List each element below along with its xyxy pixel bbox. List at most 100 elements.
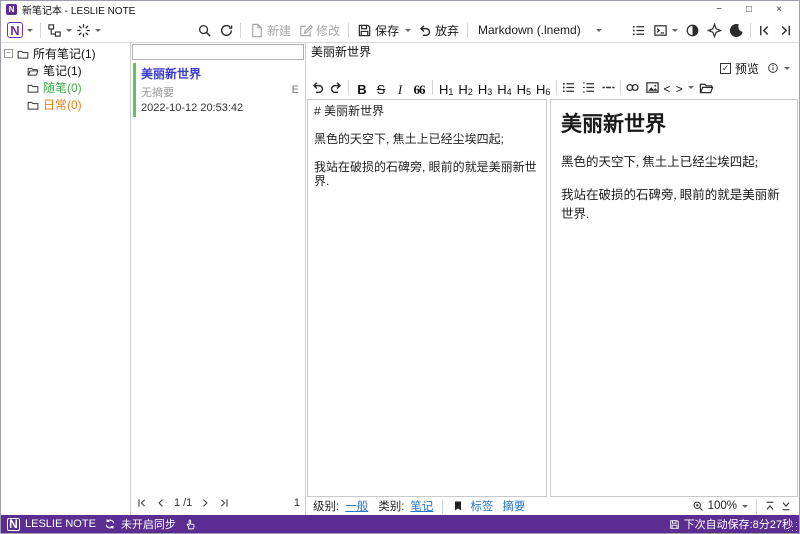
category-value-link[interactable]: 笔记	[410, 498, 433, 514]
scroll-bottom-icon[interactable]	[780, 500, 792, 512]
bold-button[interactable]: B	[353, 78, 371, 97]
note-list-panel: 美丽新世界 无摘要 2022-10-12 20:53:42 E 1 /1 1	[131, 43, 306, 515]
strikethrough-button[interactable]: S	[372, 78, 390, 97]
minimize-button[interactable]: −	[704, 4, 734, 15]
note-list-item[interactable]: 美丽新世界 无摘要 2022-10-12 20:53:42 E	[131, 61, 305, 119]
collapse-right-icon[interactable]	[778, 23, 793, 38]
markdown-source-pane[interactable]: # 美丽新世界 黑色的天空下, 焦土上已经尘埃四起; 我站在破损的石碑旁, 眼前…	[307, 99, 547, 497]
note-search-input[interactable]	[132, 44, 304, 60]
modify-note-button[interactable]: 修改	[296, 21, 342, 40]
zoom-in-icon[interactable]	[692, 500, 704, 512]
h3-button[interactable]: H3	[476, 78, 494, 97]
chevron-down-icon[interactable]	[742, 504, 748, 508]
chevron-down-icon[interactable]	[687, 86, 694, 89]
preview-checkbox[interactable]: ✓	[719, 62, 731, 74]
bullet-list-icon[interactable]	[561, 80, 576, 95]
undo-icon[interactable]	[310, 80, 325, 95]
page-total: /1	[183, 497, 193, 509]
h4-button[interactable]: H4	[495, 78, 513, 97]
save-button[interactable]: 保存	[355, 21, 401, 40]
tree-item-notes[interactable]: 笔记(1)	[1, 62, 130, 79]
image-icon[interactable]	[645, 80, 660, 95]
app-logo-icon: N	[6, 4, 17, 15]
hierarchy-icon[interactable]	[47, 23, 62, 38]
source-line	[314, 146, 540, 160]
note-list-empty-space	[131, 119, 305, 491]
format-select[interactable]: Markdown (.lnemd)	[474, 23, 614, 37]
tree-collapse-icon[interactable]: −	[4, 49, 13, 58]
preview-heading: 美丽新世界	[561, 112, 666, 136]
status-bar: N LESLIE NOTE 未开启同步 下次自动保存:8分27秒	[1, 515, 799, 533]
italic-button[interactable]: I	[391, 78, 409, 97]
main-toolbar: N 新建 修改 保存 放弃 Markdown (.lnemd)	[1, 18, 799, 42]
prev-page-icon[interactable]	[155, 497, 167, 509]
refresh-icon[interactable]	[219, 23, 234, 38]
resize-grip[interactable]	[795, 529, 797, 531]
pin-star-icon[interactable]	[707, 23, 722, 38]
console-icon[interactable]	[653, 23, 668, 38]
chevron-down-icon	[595, 28, 602, 32]
editor-split: # 美丽新世界 黑色的天空下, 焦土上已经尘埃四起; 我站在破损的石碑旁, 眼前…	[306, 99, 799, 497]
sync-status-text[interactable]: 未开启同步	[121, 516, 176, 532]
chevron-down-icon[interactable]	[27, 28, 33, 32]
hr-icon[interactable]	[601, 80, 616, 95]
summary-link[interactable]: 摘要	[502, 498, 525, 514]
open-file-icon[interactable]	[699, 80, 714, 95]
chevron-down-icon[interactable]	[672, 28, 678, 32]
chevron-down-icon[interactable]	[784, 66, 790, 70]
code-button[interactable]: < >	[661, 78, 685, 97]
folder-open-icon	[27, 67, 39, 76]
h6-button[interactable]: H6	[534, 78, 552, 97]
ordered-list-icon[interactable]	[581, 80, 596, 95]
level-label: 级别:	[313, 501, 340, 513]
divider	[432, 80, 433, 95]
info-icon[interactable]	[767, 62, 779, 74]
contrast-icon[interactable]	[685, 23, 700, 38]
chevron-down-icon[interactable]	[95, 28, 101, 32]
redo-icon[interactable]	[329, 80, 344, 95]
first-page-icon[interactable]	[136, 497, 148, 509]
search-icon[interactable]	[197, 23, 212, 38]
note-title-input[interactable]	[306, 43, 799, 60]
divider	[239, 22, 241, 38]
sync-icon[interactable]	[104, 518, 116, 530]
level-value-link[interactable]: 一般	[345, 498, 368, 514]
markdown-toolbar: B S I 66 H1 H2 H3 H4 H5 H6 < >	[306, 76, 799, 99]
collapse-left-icon[interactable]	[757, 23, 772, 38]
page-number[interactable]: 1	[174, 497, 180, 509]
divider	[750, 22, 751, 38]
preview-label: 预览	[734, 61, 759, 76]
zoom-level[interactable]: 100%	[708, 500, 737, 512]
tree-item-daily[interactable]: 日常(0)	[1, 96, 130, 113]
tree-item-essays[interactable]: 随笔(0)	[1, 79, 130, 96]
h2-button[interactable]: H2	[456, 78, 474, 97]
discard-button[interactable]: 放弃	[415, 21, 461, 40]
next-page-icon[interactable]	[199, 497, 211, 509]
maximize-button[interactable]: □	[734, 4, 764, 15]
h5-button[interactable]: H5	[515, 78, 533, 97]
close-button[interactable]: ×	[764, 4, 794, 15]
notebook-menu-button[interactable]: N	[7, 22, 23, 38]
quote-button[interactable]: 66	[410, 78, 428, 97]
tags-link[interactable]: 标签	[470, 498, 493, 514]
list-view-icon[interactable]	[631, 23, 646, 38]
spinner-icon[interactable]	[76, 23, 91, 38]
status-app-name: LESLIE NOTE	[25, 518, 96, 530]
last-page-icon[interactable]	[218, 497, 230, 509]
editor-footer: 级别: 一般 类别: 笔记 标签 摘要 100%	[306, 497, 799, 515]
floppy-icon	[669, 519, 679, 529]
scroll-top-icon[interactable]	[764, 500, 776, 512]
tree-item-label: 日常(0)	[43, 98, 82, 112]
chevron-down-icon[interactable]	[66, 28, 72, 32]
tree-item-all-notes[interactable]: − 所有笔记(1)	[1, 45, 130, 62]
preview-paragraph: 我站在破损的石碑旁, 眼前的就是美丽新世界.	[561, 188, 780, 221]
link-icon[interactable]	[625, 80, 640, 95]
source-line	[314, 118, 540, 132]
divider	[556, 80, 558, 95]
new-note-button[interactable]: 新建	[247, 21, 293, 40]
h1-button[interactable]: H1	[437, 78, 455, 97]
chevron-down-icon[interactable]	[404, 28, 411, 32]
moon-icon[interactable]	[729, 23, 744, 38]
tree-item-label: 随笔(0)	[43, 81, 82, 95]
hand-icon	[186, 519, 195, 530]
